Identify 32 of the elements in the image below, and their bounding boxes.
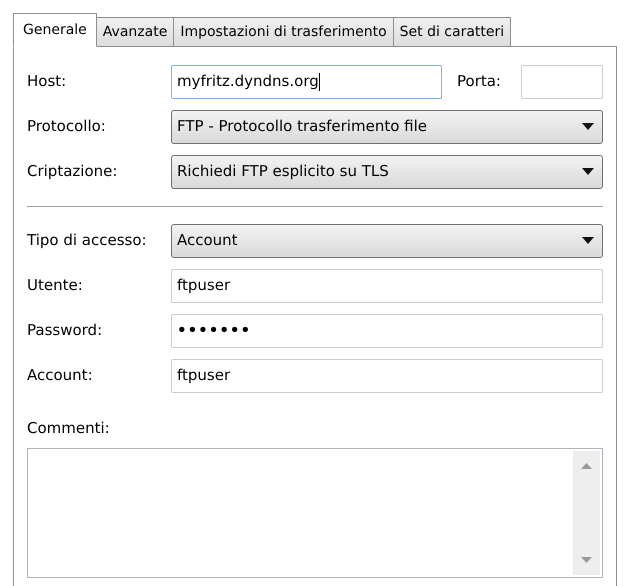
password-field[interactable]: •••••••: [171, 314, 603, 348]
dropdown-arrow-icon: [582, 168, 594, 175]
dropdown-arrow-icon: [582, 237, 594, 244]
input-field[interactable]: ftpuser: [171, 358, 603, 392]
dropdown-value: Richiedi FTP esplicito su TLS: [177, 161, 389, 182]
tab[interactable]: Avanzate: [96, 17, 174, 47]
dropdown[interactable]: Account: [171, 224, 603, 258]
dropdown-value: Account: [177, 230, 238, 252]
tab[interactable]: Set di caratteri: [394, 17, 512, 47]
tab[interactable]: Generale: [13, 13, 97, 47]
dropdown[interactable]: FTP - Protocollo trasferimento file: [171, 110, 603, 144]
scroll-up-icon[interactable]: [581, 463, 592, 469]
field-label: Protocollo:: [27, 116, 107, 138]
field-label: Criptazione:: [27, 161, 118, 182]
field-label: Host:: [27, 71, 68, 92]
field-label: Account:: [27, 365, 94, 386]
dropdown-arrow-icon: [582, 123, 594, 130]
input-field[interactable]: ftpuser: [171, 268, 603, 302]
scroll-down-icon[interactable]: [581, 557, 592, 563]
port-field[interactable]: [521, 64, 603, 98]
host-field[interactable]: myfritz.dyndns.org: [171, 64, 442, 98]
field-label: Tipo di accesso:: [27, 230, 148, 252]
field-label: Commenti:: [27, 419, 110, 437]
field-label: Password:: [27, 320, 104, 342]
text-cursor: [318, 72, 320, 90]
field-label: Porta:: [457, 71, 502, 92]
tab[interactable]: Impostazioni di trasferimento: [174, 17, 394, 47]
comments-field[interactable]: [27, 448, 603, 578]
scrollbar[interactable]: [573, 451, 600, 575]
field-label: Utente:: [27, 275, 84, 296]
dropdown-value: FTP - Protocollo trasferimento file: [177, 116, 427, 138]
dropdown[interactable]: Richiedi FTP esplicito su TLS: [171, 154, 603, 188]
